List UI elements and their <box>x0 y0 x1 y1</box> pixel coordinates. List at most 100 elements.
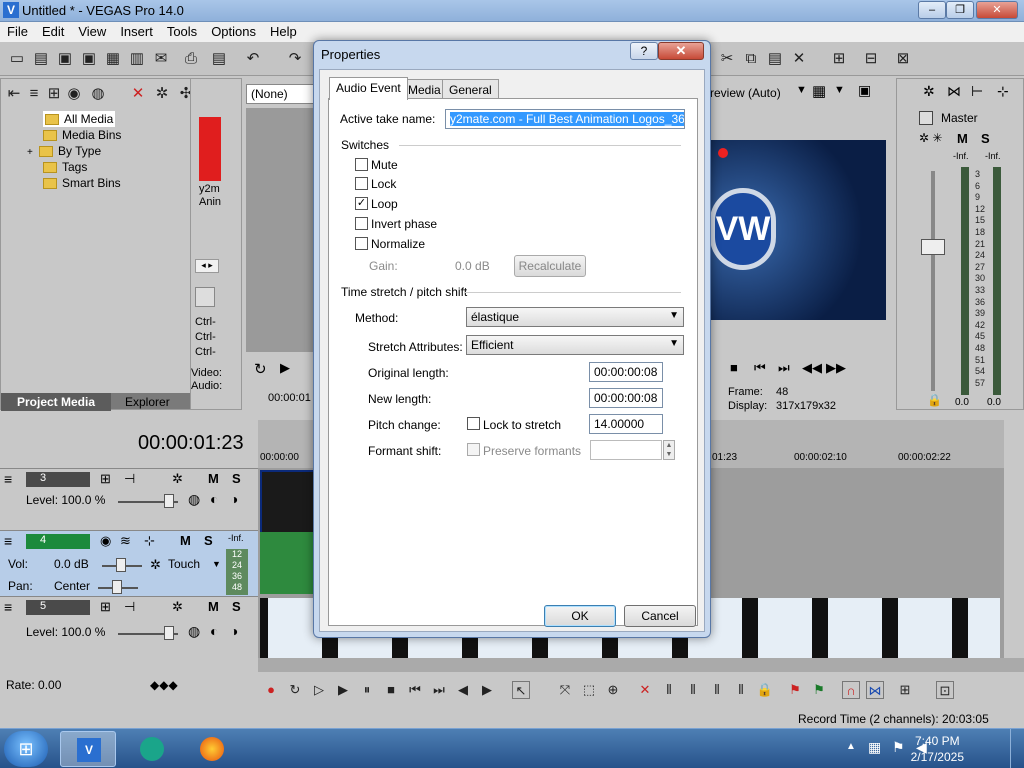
paste2-icon[interactable]: ▤ <box>766 50 784 68</box>
master-fx-icon[interactable]: ⊢ <box>971 83 983 100</box>
cut-icon[interactable]: ✂ <box>718 50 736 68</box>
track-collapse-icon[interactable]: ≡ <box>4 471 12 487</box>
globe-icon[interactable]: ◍ <box>89 85 107 103</box>
cancel-button[interactable]: Cancel <box>624 605 696 627</box>
clock[interactable]: 7:40 PM 2/17/2025 <box>911 733 964 765</box>
auto-crossfade-icon[interactable]: ⋈ <box>866 681 884 699</box>
master-solo-button[interactable]: S <box>981 131 990 146</box>
video-clip[interactable] <box>260 470 316 534</box>
minimize-button[interactable]: – <box>918 1 946 19</box>
tree-by-type[interactable]: + By Type <box>27 143 101 159</box>
save-as-icon[interactable]: ▣ <box>80 50 98 68</box>
master-mute-button[interactable]: M <box>957 131 968 146</box>
master-route-icon[interactable]: ⊹ <box>997 83 1009 100</box>
email-icon[interactable]: ✉ <box>152 50 170 68</box>
expand-icon[interactable]: + <box>27 145 39 161</box>
master-lock-icon[interactable]: 🔒 <box>927 393 942 407</box>
track-motion-icon[interactable]: ⊞ <box>100 599 111 615</box>
stop-icon[interactable]: ■ <box>382 681 400 699</box>
prev-frame-icon[interactable]: ⏮ <box>754 360 766 376</box>
active-take-input[interactable]: y2mate.com - Full Best Animation Logos_3… <box>445 109 685 129</box>
level-slider-knob[interactable] <box>164 626 174 640</box>
snapping-icon[interactable]: ∩ <box>842 681 860 699</box>
tree-media-bins[interactable]: Media Bins <box>43 127 121 143</box>
ok-button[interactable]: OK <box>544 605 616 627</box>
play-from-start-icon[interactable]: ▶ <box>280 360 290 376</box>
grid-arrow[interactable]: ▼ <box>834 84 845 96</box>
play-start-icon[interactable]: ▷ <box>310 681 328 699</box>
master-mute-icon[interactable]: ⋈ <box>947 83 961 100</box>
automation-mode[interactable]: Touch <box>168 557 200 571</box>
loop-playback-icon[interactable]: ↻ <box>286 681 304 699</box>
trimmer-dropdown[interactable]: (None) <box>246 84 314 104</box>
invert-phase-checkbox[interactable] <box>355 217 368 230</box>
track-3-header[interactable]: ≡ 3 ⊞ ⊣ ✲ M S Level: 100.0 % ◍ ◐ ◑ <box>0 468 258 530</box>
menu-options[interactable]: Options <box>204 22 263 41</box>
new-file-icon[interactable]: ▭ <box>8 50 26 68</box>
original-length-input[interactable]: 00:00:00:08 <box>589 362 663 382</box>
level-slider-knob[interactable] <box>164 494 174 508</box>
web-icon[interactable]: ◉ <box>65 85 83 103</box>
copy-snapshot-icon[interactable]: ▣ <box>858 82 871 99</box>
pan-slider-knob[interactable] <box>112 580 122 594</box>
show-desktop-button[interactable] <box>1010 729 1024 768</box>
paste-icon[interactable]: ▤ <box>210 50 228 68</box>
track-fx-icon[interactable]: ≋ <box>120 533 131 549</box>
capture-icon[interactable]: ≡ <box>25 85 43 103</box>
track-solo-button[interactable]: S <box>232 599 241 614</box>
recalculate-button[interactable]: Recalculate <box>514 255 586 277</box>
track-fx-icon[interactable]: ⊣ <box>124 599 135 615</box>
rewind-icon[interactable]: ◀◀ <box>802 360 822 376</box>
trim-end-icon[interactable]: ⫴ <box>708 681 726 699</box>
track-solo-button[interactable]: S <box>204 533 213 548</box>
render-icon[interactable]: ▦ <box>104 50 122 68</box>
arm-record-icon[interactable]: ◉ <box>100 533 111 549</box>
record-icon[interactable]: ● <box>262 681 280 699</box>
ripple-edit-icon[interactable]: ⊞ <box>896 681 914 699</box>
parent-icon[interactable]: ◐ <box>210 623 218 639</box>
track-settings-icon[interactable]: ✲ <box>172 471 183 487</box>
trim-start-icon[interactable]: ⫴ <box>684 681 702 699</box>
track-motion-icon[interactable]: ⊞ <box>100 471 111 487</box>
track-4-header[interactable]: ≡ 4 ◉ ≋ ⊹ M S -Inf. Vol: 0.0 dB ✲ Touch … <box>0 530 258 596</box>
save-icon[interactable]: ▣ <box>56 50 74 68</box>
master-checkbox[interactable] <box>919 111 933 125</box>
loop-checkbox[interactable]: ✓ <box>355 197 368 210</box>
tray-arrow-icon[interactable]: ▲ <box>846 741 856 752</box>
tab-audio-event[interactable]: Audio Event <box>329 77 408 100</box>
dialog-help-button[interactable]: ? <box>630 42 658 60</box>
loop-icon[interactable]: ↻ <box>254 360 267 378</box>
compositing-icon[interactable]: ◍ <box>188 623 200 640</box>
menu-view[interactable]: View <box>71 22 113 41</box>
marker-icon[interactable]: ⚑ <box>786 681 804 699</box>
preview-quality[interactable]: review (Auto) <box>710 86 781 100</box>
lock-checkbox[interactable] <box>355 177 368 190</box>
maximize-button[interactable]: ❐ <box>946 1 974 19</box>
settings-icon[interactable]: ✲ <box>153 85 171 103</box>
tab-general[interactable]: General <box>442 79 499 99</box>
formant-shift-input[interactable] <box>590 440 662 460</box>
track-settings-icon[interactable]: ✲ <box>172 599 183 615</box>
menu-tools[interactable]: Tools <box>160 22 204 41</box>
next-frame-icon[interactable]: ⏭ <box>778 360 790 376</box>
auto-ripple-icon[interactable]: ⊡ <box>936 681 954 699</box>
forward-icon[interactable]: ▶▶ <box>826 360 846 376</box>
menu-insert[interactable]: Insert <box>113 22 160 41</box>
track-collapse-icon[interactable]: ≡ <box>4 533 12 549</box>
track-routing-icon[interactable]: ⊹ <box>144 533 155 549</box>
compositing-icon[interactable]: ◍ <box>188 491 200 508</box>
menu-help[interactable]: Help <box>263 22 304 41</box>
scroll-arrows[interactable]: ◂ ▸ <box>195 259 219 273</box>
lock-event-icon[interactable]: 🔒 <box>756 681 774 699</box>
delete-icon[interactable]: ✕ <box>790 50 808 68</box>
automation-arrow[interactable]: ▼ <box>212 559 221 569</box>
lock-to-stretch-checkbox[interactable] <box>467 417 480 430</box>
copy-icon[interactable]: ⧉ <box>742 50 760 68</box>
prev-frame-icon[interactable]: ◀ <box>454 681 472 699</box>
track-mute-button[interactable]: M <box>180 533 191 548</box>
print-icon[interactable]: ⎙ <box>182 50 200 68</box>
media-thumbnail[interactable] <box>199 117 221 181</box>
tab-project-media[interactable]: Project Media <box>1 393 111 411</box>
envelope-icon[interactable]: ⊟ <box>862 50 880 68</box>
master-fx-buttons[interactable]: ✲ ✳ <box>919 131 942 145</box>
